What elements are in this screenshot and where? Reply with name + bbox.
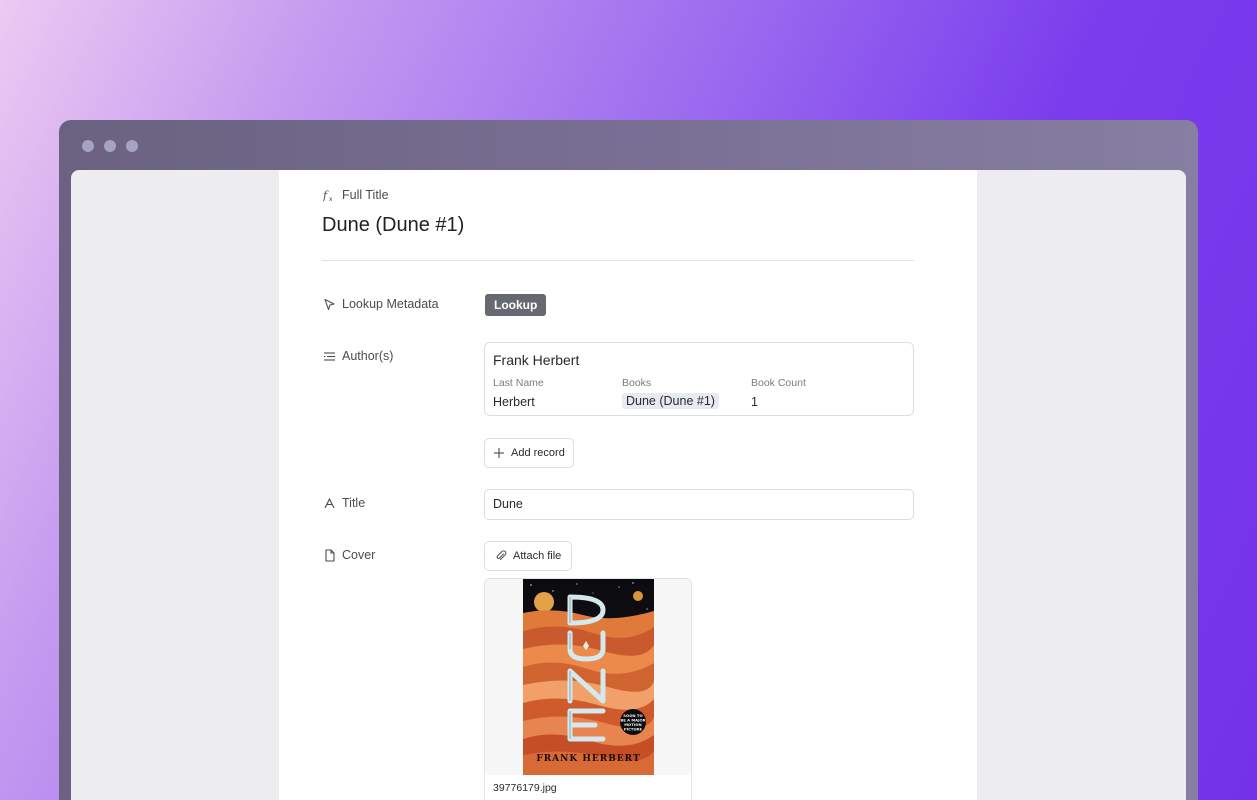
attach-file-label: Attach file: [513, 550, 562, 562]
record-name: Frank Herbert: [493, 352, 580, 368]
record-column-book-count: Book Count 1: [751, 377, 806, 409]
formula-icon: fx: [323, 189, 336, 202]
column-value: Herbert: [493, 395, 535, 409]
column-header: Books: [622, 377, 652, 389]
svg-text:PICTURE: PICTURE: [624, 727, 643, 732]
lookup-label: Lookup Metadata: [342, 297, 439, 311]
record-column-last-name: Last Name Herbert: [493, 377, 544, 409]
column-header: Book Count: [751, 377, 806, 389]
window-minimize-dot[interactable]: [104, 140, 116, 152]
cover-field-label: Cover: [323, 548, 375, 562]
svg-text:x: x: [329, 196, 333, 202]
file-icon: [323, 548, 336, 562]
full-title-label: Full Title: [342, 188, 389, 202]
app-screen: fx Full Title Dune (Dune #1) Lookup Meta…: [71, 170, 1186, 800]
text-icon: [323, 497, 336, 510]
full-title-field-label: fx Full Title: [323, 188, 389, 202]
cover-label: Cover: [342, 548, 376, 562]
add-record-label: Add record: [511, 447, 565, 459]
author-record-card[interactable]: Frank Herbert Last Name Herbert Books Du…: [484, 342, 914, 416]
cursor-icon: [323, 298, 336, 311]
full-title-value: Dune (Dune #1): [322, 214, 465, 236]
book-cover-image: SOON TO BE A MAJOR MOTION PICTURE FRANK …: [523, 579, 654, 775]
column-value: 1: [751, 395, 758, 409]
window-zoom-dot[interactable]: [126, 140, 138, 152]
lookup-button[interactable]: Lookup: [485, 294, 547, 316]
record-column-books: Books Dune (Dune #1): [622, 377, 719, 409]
plus-icon: [493, 447, 505, 459]
divider: [322, 260, 914, 261]
title-input[interactable]: Dune: [484, 489, 914, 520]
svg-text:FRANK HERBERT: FRANK HERBERT: [536, 754, 640, 764]
book-chip-wrapper: Dune (Dune #1): [622, 393, 719, 409]
add-record-button[interactable]: Add record: [484, 438, 574, 468]
list-icon: [323, 350, 336, 363]
column-header: Last Name: [493, 377, 544, 389]
paperclip-icon: [495, 550, 507, 562]
app-window: fx Full Title Dune (Dune #1) Lookup Meta…: [59, 120, 1198, 800]
title-field-label: Title: [323, 496, 365, 510]
authors-label: Author(s): [342, 349, 394, 363]
attachment-thumbnail-area: SOON TO BE A MAJOR MOTION PICTURE FRANK …: [485, 579, 691, 775]
record-form: fx Full Title Dune (Dune #1) Lookup Meta…: [279, 170, 977, 800]
lookup-field-label: Lookup Metadata: [323, 297, 439, 311]
linked-book-chip[interactable]: Dune (Dune #1): [622, 393, 719, 409]
window-close-dot[interactable]: [82, 140, 94, 152]
authors-field-label: Author(s): [323, 349, 393, 363]
attachment-filename: 39776179.jpg: [493, 782, 557, 794]
title-label: Title: [342, 496, 366, 510]
attach-file-button[interactable]: Attach file: [484, 541, 572, 571]
cover-attachment[interactable]: SOON TO BE A MAJOR MOTION PICTURE FRANK …: [484, 578, 692, 800]
